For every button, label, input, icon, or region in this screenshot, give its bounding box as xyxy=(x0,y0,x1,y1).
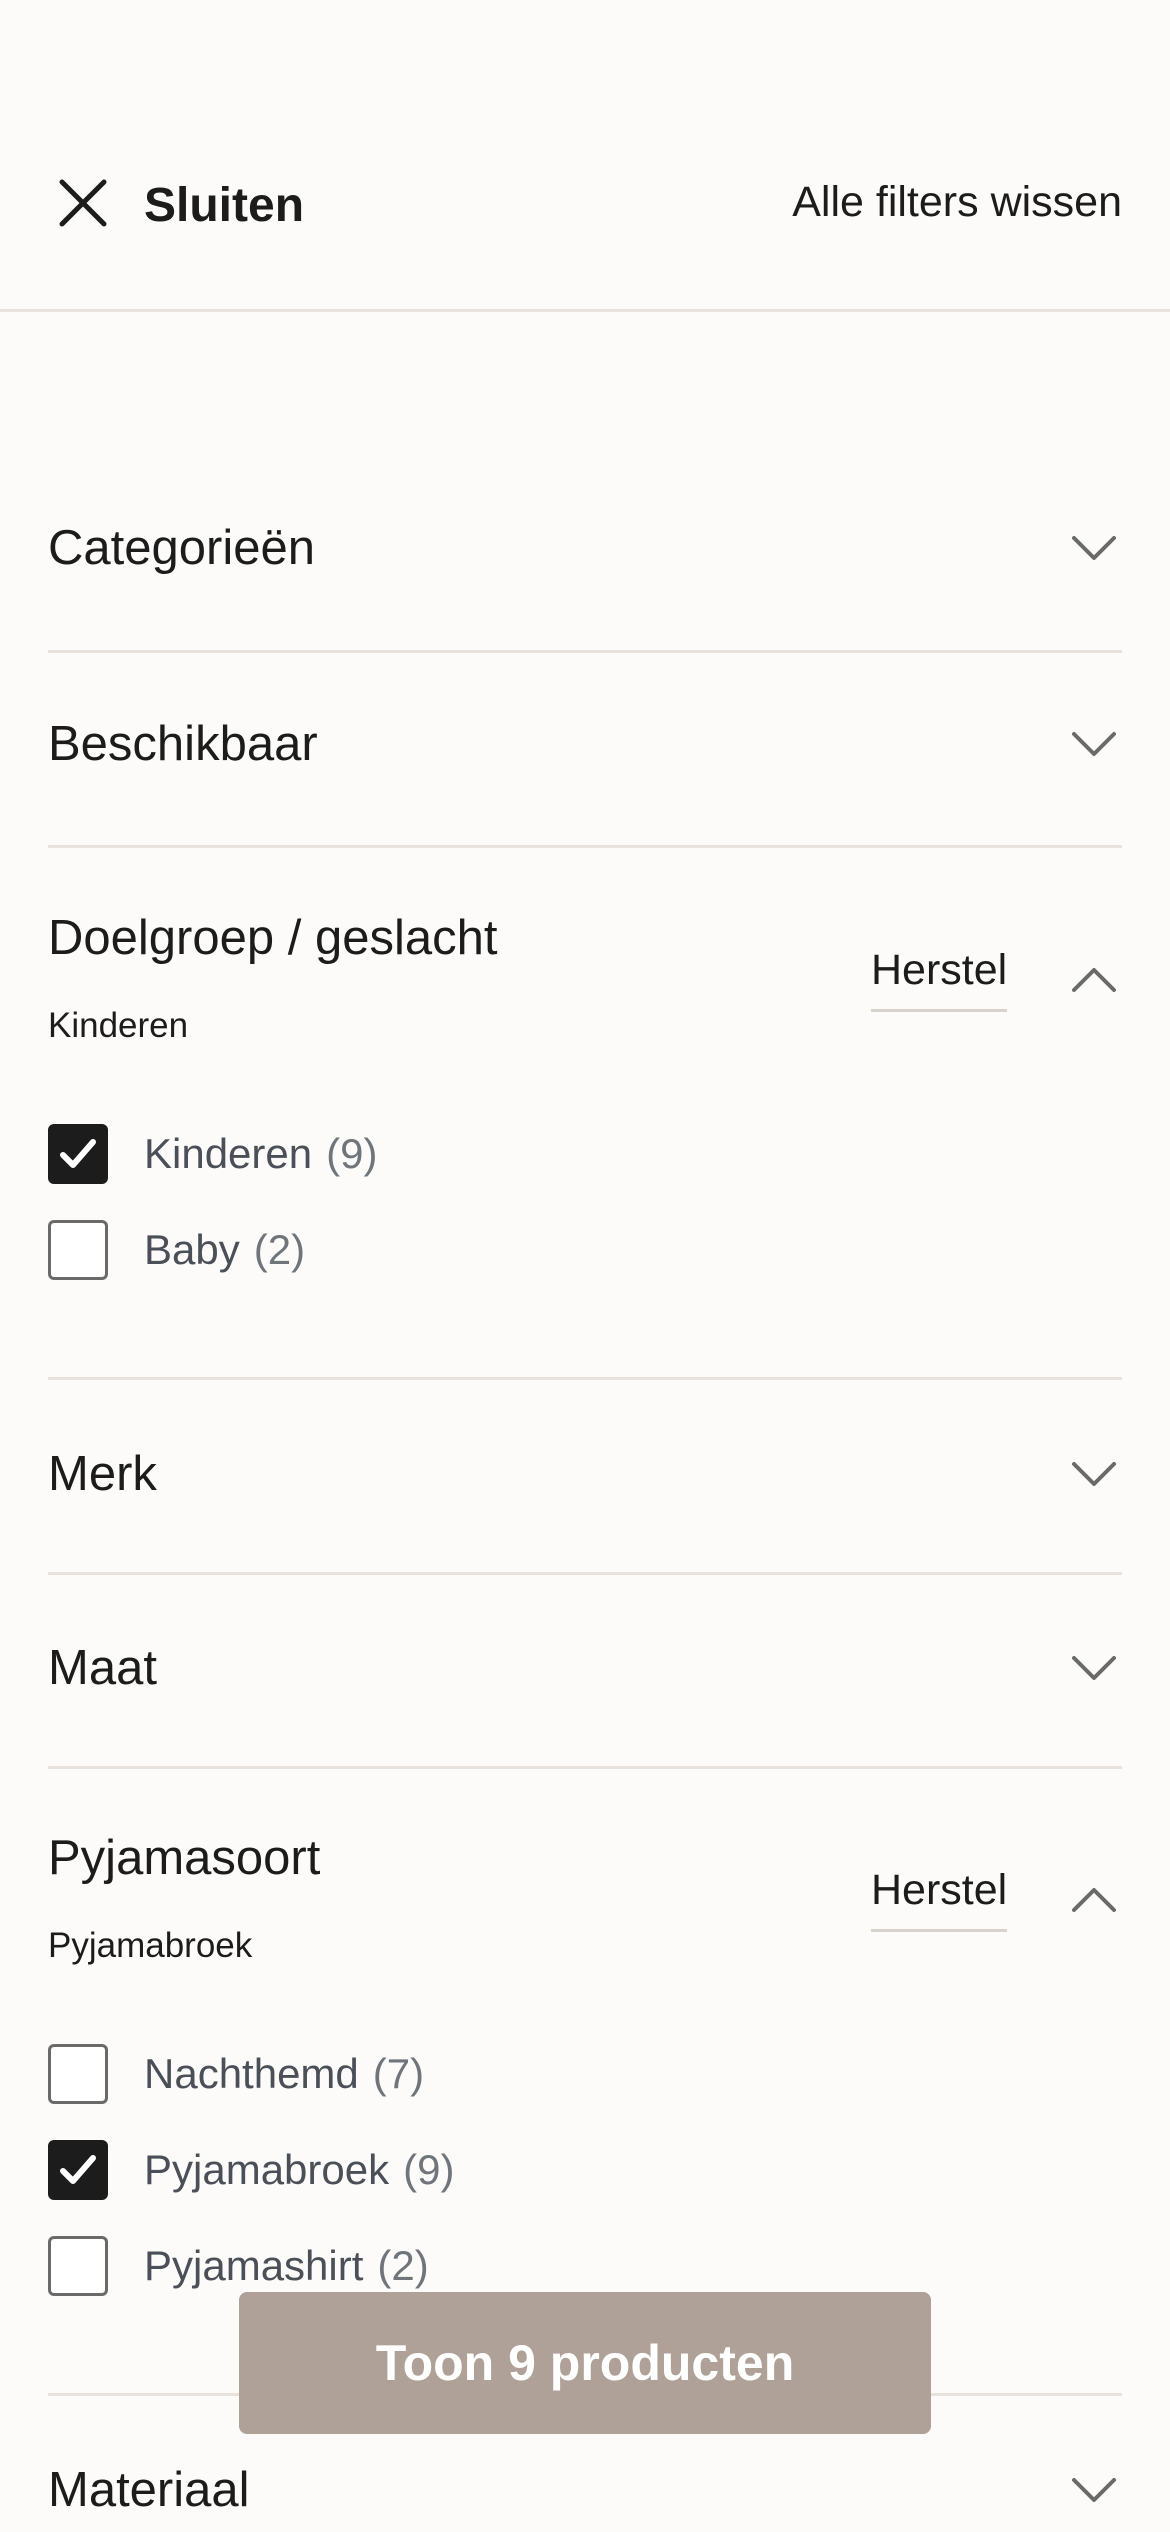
show-products-button[interactable]: Toon 9 producten xyxy=(239,2292,931,2434)
chevron-down-icon[interactable] xyxy=(1066,520,1122,576)
clear-all-filters-link[interactable]: Alle filters wissen xyxy=(792,178,1122,227)
option-label: Baby xyxy=(144,1226,240,1273)
option-label: Nachthemd xyxy=(144,2050,359,2097)
section-title: Categorieën xyxy=(48,521,315,575)
filter-option-nachthemd[interactable]: Nachthemd (7) xyxy=(48,2043,424,2105)
filter-section-materiaal[interactable]: Materiaal xyxy=(48,2462,1122,2532)
option-count: (9) xyxy=(403,2146,455,2193)
chevron-up-icon[interactable] xyxy=(1066,1872,1122,1928)
checkbox-checked[interactable] xyxy=(48,2140,108,2200)
filter-option-baby[interactable]: Baby (2) xyxy=(48,1219,305,1281)
section-divider xyxy=(48,1377,1122,1380)
section-divider xyxy=(48,845,1122,848)
filter-header: Sluiten Alle filters wissen xyxy=(0,0,1170,312)
reset-link[interactable]: Herstel xyxy=(871,1866,1008,1932)
section-divider xyxy=(48,650,1122,653)
filter-option-pyjamashirt[interactable]: Pyjamashirt (2) xyxy=(48,2235,429,2297)
section-divider xyxy=(48,1572,1122,1575)
chevron-down-icon[interactable] xyxy=(1066,1446,1122,1502)
selected-summary: Pyjamabroek xyxy=(48,1926,253,1965)
option-count: (9) xyxy=(326,1130,378,1177)
filter-option-pyjamabroek[interactable]: Pyjamabroek (9) xyxy=(48,2139,454,2201)
close-label: Sluiten xyxy=(144,178,305,232)
option-count: (2) xyxy=(377,2242,429,2289)
option-count: (2) xyxy=(253,1226,306,1273)
filter-panel: Sluiten Alle filters wissen Categorieën … xyxy=(0,0,1170,2532)
chevron-down-icon[interactable] xyxy=(1066,2462,1122,2518)
chevron-down-icon[interactable] xyxy=(1066,1640,1122,1696)
filter-section-pyjamasoort: Pyjamasoort Pyjamabroek Herstel xyxy=(48,1830,1122,1970)
section-title: Maat xyxy=(48,1641,157,1695)
section-title: Doelgroep / geslacht xyxy=(48,911,498,965)
chevron-down-icon[interactable] xyxy=(1066,716,1122,772)
section-divider xyxy=(48,1766,1122,1769)
option-label: Pyjamabroek xyxy=(144,2146,390,2193)
checkbox[interactable] xyxy=(48,2044,108,2104)
section-title: Beschikbaar xyxy=(48,717,318,771)
section-title: Pyjamasoort xyxy=(48,1831,321,1885)
close-button[interactable]: Sluiten xyxy=(48,170,304,240)
chevron-up-icon[interactable] xyxy=(1066,952,1122,1008)
close-icon xyxy=(48,168,118,243)
filter-section-merk[interactable]: Merk xyxy=(48,1446,1122,1536)
selected-summary: Kinderen xyxy=(48,1006,189,1045)
section-title: Materiaal xyxy=(48,2463,250,2517)
filter-section-maat[interactable]: Maat xyxy=(48,1640,1122,1730)
reset-link[interactable]: Herstel xyxy=(871,946,1008,1012)
check-icon xyxy=(60,1139,96,1168)
section-title: Merk xyxy=(48,1447,157,1501)
option-label: Pyjamashirt xyxy=(144,2242,364,2289)
filter-option-kinderen[interactable]: Kinderen (9) xyxy=(48,1123,377,1185)
filter-section-beschikbaar[interactable]: Beschikbaar xyxy=(48,716,1122,806)
check-icon xyxy=(60,2155,96,2184)
filter-section-categorieen[interactable]: Categorieën xyxy=(48,520,1122,610)
option-label: Kinderen xyxy=(144,1130,313,1177)
checkbox[interactable] xyxy=(48,1220,108,1280)
option-count: (7) xyxy=(372,2050,425,2097)
filter-section-doelgroep: Doelgroep / geslacht Kinderen Herstel xyxy=(48,910,1122,1050)
checkbox-checked[interactable] xyxy=(48,1124,108,1184)
checkbox[interactable] xyxy=(48,2236,108,2296)
